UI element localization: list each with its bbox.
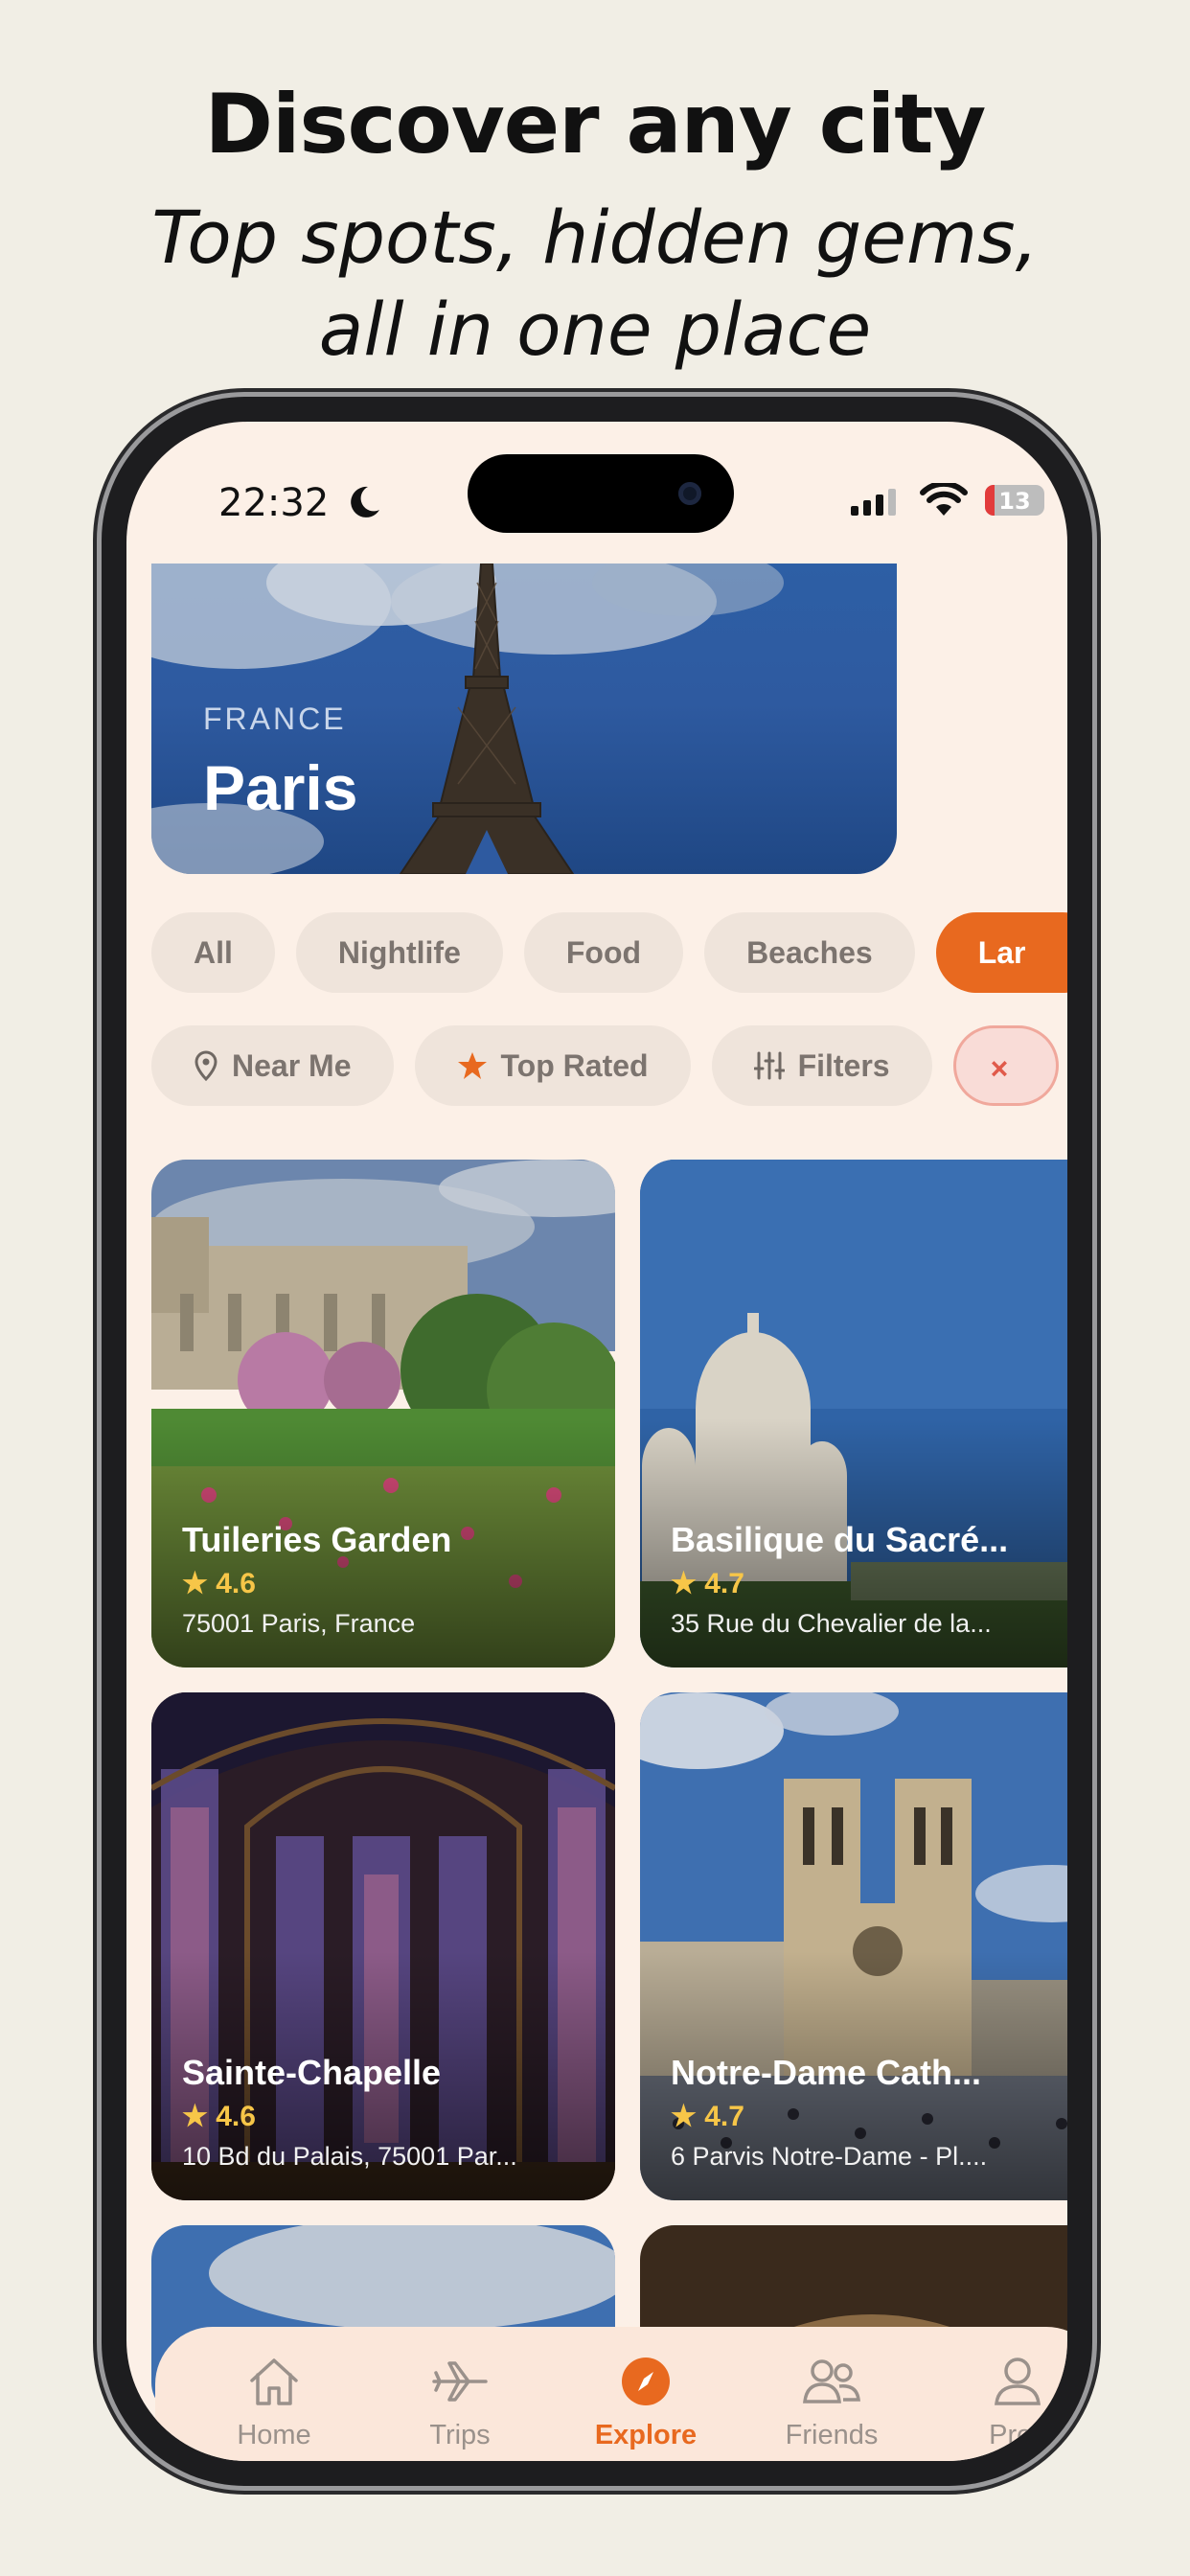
- top-rated-label: Top Rated: [500, 1048, 649, 1083]
- location-pin-icon: [195, 1050, 217, 1081]
- chip-nightlife[interactable]: Nightlife: [295, 912, 503, 993]
- place-rating: ★ 4.6: [182, 1568, 256, 1599]
- place-rating: ★ 4.7: [671, 1568, 744, 1599]
- place-name: Tuileries Garden: [182, 1520, 452, 1559]
- tab-explore[interactable]: Explore: [560, 2356, 732, 2451]
- chip-landmarks[interactable]: Lar: [935, 912, 1067, 993]
- wifi-icon: [920, 483, 968, 516]
- filter-chips: Near Me Top Rated Filters ×: [151, 1025, 1067, 1106]
- chip-beaches[interactable]: Beaches: [704, 912, 915, 993]
- filters-button[interactable]: Filters: [711, 1025, 932, 1106]
- chip-all[interactable]: All: [151, 912, 275, 993]
- place-rating: ★ 4.7: [671, 2101, 744, 2132]
- dynamic-island: [468, 454, 734, 533]
- near-me-filter[interactable]: Near Me: [151, 1025, 394, 1106]
- tab-profile[interactable]: Profi: [931, 2356, 1067, 2451]
- place-address: 10 Bd du Palais, 75001 Par...: [182, 2142, 517, 2171]
- tab-trips-label: Trips: [429, 2420, 491, 2450]
- phone-frame: 22:32 13 FRANCE Paris All Nightlife Food…: [102, 397, 1092, 2486]
- tab-home[interactable]: Home: [188, 2356, 360, 2451]
- sliders-icon: [753, 1051, 786, 1080]
- tab-explore-label: Explore: [594, 2420, 698, 2450]
- place-card-sainte-chapelle[interactable]: Sainte-Chapelle ★ 4.6 10 Bd du Palais, 7…: [151, 1692, 615, 2200]
- profile-icon: [995, 2358, 1041, 2405]
- place-rating: ★ 4.6: [182, 2101, 256, 2132]
- promo-headline: Discover any city: [204, 77, 987, 172]
- tab-trips[interactable]: Trips: [374, 2356, 546, 2451]
- place-address: 6 Parvis Notre-Dame - Pl....: [671, 2142, 988, 2171]
- place-card-sacre-coeur[interactable]: Basilique du Sacré... ★ 4.7 35 Rue du Ch…: [640, 1160, 1067, 1668]
- camera-icon: [678, 482, 701, 505]
- signal-icon: [851, 489, 896, 516]
- hero-country: FRANCE: [203, 702, 347, 736]
- promo-subline-text: Top spots, hidden gems, all in one place: [151, 195, 1039, 372]
- hero-city: Paris: [203, 752, 358, 823]
- bottom-tab-bar: Home Trips Explore Friends Profi: [155, 2327, 1067, 2461]
- place-name: Basilique du Sacré...: [671, 1520, 1009, 1559]
- star-icon: [457, 1051, 487, 1079]
- tab-friends[interactable]: Friends: [745, 2356, 918, 2451]
- clear-filters-button[interactable]: ×: [952, 1025, 1059, 1106]
- place-name: Notre-Dame Cath...: [671, 2053, 982, 2092]
- chip-food[interactable]: Food: [523, 912, 684, 993]
- battery-icon: 13: [985, 485, 1044, 516]
- app-screen: 22:32 13 FRANCE Paris All Nightlife Food…: [126, 422, 1067, 2461]
- status-time: 22:32: [218, 481, 330, 525]
- airplane-icon: [432, 2361, 488, 2402]
- battery-level: 13: [998, 488, 1031, 515]
- promo-subline: Top spots, hidden gems, all in one place: [0, 192, 1190, 376]
- top-rated-filter[interactable]: Top Rated: [414, 1025, 691, 1106]
- city-hero-card[interactable]: FRANCE Paris: [151, 564, 897, 874]
- place-address: 75001 Paris, France: [182, 1609, 416, 1638]
- tab-friends-label: Friends: [785, 2420, 879, 2450]
- near-me-label: Near Me: [232, 1048, 352, 1083]
- tab-profile-label: Profi: [989, 2420, 1046, 2450]
- place-card-tuileries[interactable]: Tuileries Garden ★ 4.6 75001 Paris, Fran…: [151, 1160, 615, 1668]
- compass-icon: [622, 2358, 670, 2405]
- home-icon: [250, 2358, 298, 2405]
- place-address: 35 Rue du Chevalier de la...: [671, 1609, 992, 1638]
- filters-label: Filters: [797, 1048, 890, 1083]
- place-name: Sainte-Chapelle: [182, 2053, 442, 2092]
- place-card-notre-dame[interactable]: Notre-Dame Cath... ★ 4.7 6 Parvis Notre-…: [640, 1692, 1067, 2200]
- tab-home-label: Home: [237, 2420, 311, 2450]
- friends-icon: [803, 2359, 860, 2404]
- category-chips: All Nightlife Food Beaches Lar: [151, 912, 1067, 993]
- moon-icon: [351, 486, 379, 518]
